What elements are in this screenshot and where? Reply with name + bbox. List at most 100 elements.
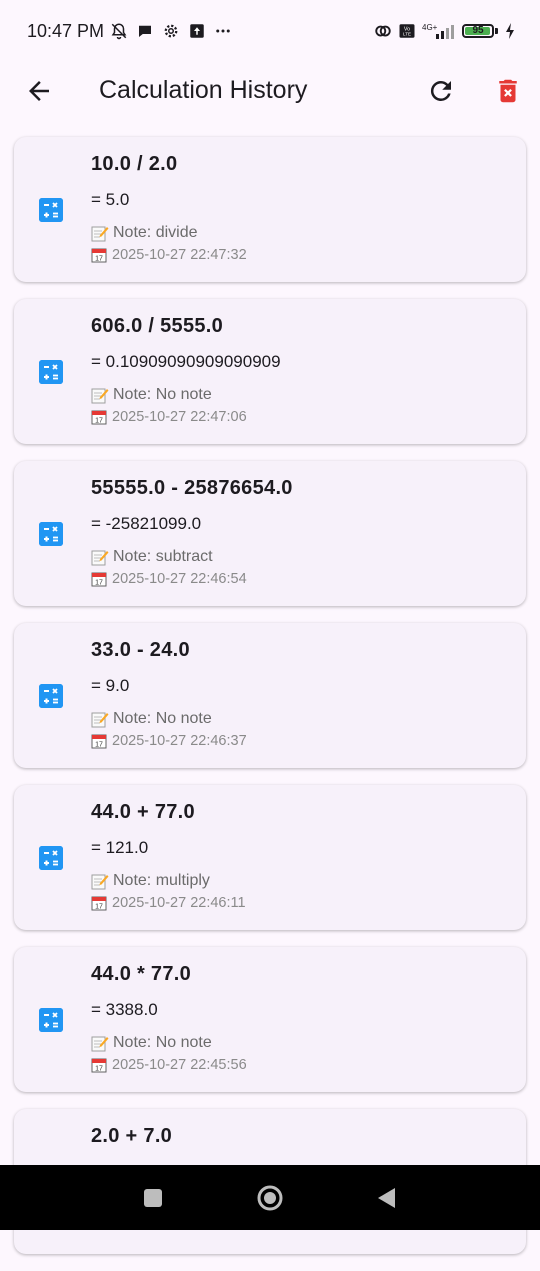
- back-button[interactable]: [24, 76, 54, 106]
- page-title: Calculation History: [99, 76, 308, 104]
- home-circle-icon: [257, 1185, 283, 1211]
- memo-icon: [91, 710, 109, 728]
- app-bar: Calculation History: [0, 64, 540, 118]
- calendar-icon: 17: [91, 1057, 107, 1073]
- calendar-icon: 17: [91, 409, 107, 425]
- history-note-text: Note: multiply: [113, 872, 210, 889]
- history-note-text: Note: divide: [113, 224, 198, 241]
- memo-icon: [91, 548, 109, 566]
- delete-sweep-icon: [499, 79, 517, 103]
- calendar-icon: 17: [91, 895, 107, 911]
- history-date: 17 2025-10-27 22:46:37: [91, 733, 247, 749]
- svg-text:17: 17: [95, 256, 103, 263]
- charging-bolt-icon: [504, 22, 516, 40]
- history-note: Note: multiply: [91, 872, 210, 890]
- history-date-text: 2025-10-27 22:45:56: [112, 1057, 247, 1073]
- history-date-text: 2025-10-27 22:46:37: [112, 733, 247, 749]
- home-button[interactable]: [256, 1184, 284, 1217]
- history-card[interactable]: 10.0 / 2.0 = 5.0 Note: divide 17 2025-10-27 …: [14, 137, 526, 282]
- more-dots-icon: [214, 22, 232, 40]
- svg-text:17: 17: [95, 1066, 103, 1073]
- settings-cog-icon: [162, 22, 180, 40]
- signal-4g-icon: 4G+: [422, 22, 456, 40]
- history-expression: 10.0 / 2.0: [91, 153, 178, 175]
- svg-text:17: 17: [95, 742, 103, 749]
- history-card[interactable]: 44.0 * 77.0 = 3388.0 Note: No note 17 2025-1…: [14, 947, 526, 1092]
- status-bar: 10:47 PM Vo LTE 4G+ 95: [0, 0, 540, 64]
- history-note-text: Note: No note: [113, 1034, 212, 1051]
- history-note-text: Note: subtract: [113, 548, 213, 565]
- history-result: = 3388.0: [91, 1000, 158, 1019]
- arrow-back-icon: [29, 81, 49, 101]
- history-result: = 9.0: [91, 676, 130, 695]
- network-label: 4G+: [422, 23, 438, 32]
- volte-icon: Vo LTE: [398, 22, 416, 40]
- refresh-button[interactable]: [426, 76, 456, 106]
- history-date: 17 2025-10-27 22:47:32: [91, 247, 247, 263]
- chat-bubble-icon: [136, 22, 154, 40]
- history-note: Note: No note: [91, 386, 212, 404]
- svg-text:LTE: LTE: [403, 32, 411, 37]
- svg-text:17: 17: [95, 418, 103, 425]
- calendar-icon: 17: [91, 247, 107, 263]
- history-card[interactable]: 606.0 / 5555.0 = 0.10909090909090909 Note:…: [14, 299, 526, 444]
- history-expression: 55555.0 - 25876654.0: [91, 477, 293, 499]
- calculator-icon: [39, 522, 63, 546]
- hotspot-icon: [374, 22, 392, 40]
- memo-icon: [91, 1034, 109, 1052]
- calculator-icon: [39, 360, 63, 384]
- history-date-text: 2025-10-27 22:46:11: [112, 895, 246, 911]
- calculator-icon: [39, 684, 63, 708]
- calendar-icon: 17: [91, 571, 107, 587]
- history-expression: 606.0 / 5555.0: [91, 315, 224, 337]
- svg-text:17: 17: [95, 904, 103, 911]
- history-date: 17 2025-10-27 22:47:06: [91, 409, 247, 425]
- memo-icon: [91, 872, 109, 890]
- calendar-icon: 17: [91, 733, 107, 749]
- history-expression: 2.0 + 7.0: [91, 1125, 173, 1147]
- history-date: 17 2025-10-27 22:46:11: [91, 895, 246, 911]
- history-expression: 33.0 - 24.0: [91, 639, 190, 661]
- history-note: Note: No note: [91, 1034, 212, 1052]
- history-list: 10.0 / 2.0 = 5.0 Note: divide 17 2025-10-27 …: [14, 137, 526, 1271]
- back-triangle-icon: [378, 1188, 395, 1208]
- silent-bell-icon: [110, 22, 128, 40]
- history-note: Note: subtract: [91, 548, 213, 566]
- history-result: = 5.0: [91, 190, 130, 209]
- history-note: Note: divide: [91, 224, 198, 242]
- svg-text:17: 17: [95, 580, 103, 587]
- history-date: 17 2025-10-27 22:46:54: [91, 571, 247, 587]
- history-card[interactable]: 33.0 - 24.0 = 9.0 Note: No note 17 2025-10-2…: [14, 623, 526, 768]
- memo-icon: [91, 386, 109, 404]
- system-nav-bar: [0, 1165, 540, 1230]
- history-date-text: 2025-10-27 22:47:06: [112, 409, 247, 425]
- history-date: 17 2025-10-27 22:45:56: [91, 1057, 247, 1073]
- history-card[interactable]: 44.0 + 77.0 = 121.0 Note: multiply 17 2025-1…: [14, 785, 526, 930]
- battery-icon: 95: [462, 24, 498, 38]
- battery-level: 95: [472, 25, 484, 36]
- calculator-icon: [39, 198, 63, 222]
- history-date-text: 2025-10-27 22:46:54: [112, 571, 247, 587]
- calculator-icon: [39, 1008, 63, 1032]
- history-result: = -25821099.0: [91, 514, 202, 533]
- calculator-icon: [39, 846, 63, 870]
- history-note-text: Note: No note: [113, 710, 212, 727]
- status-system-icons: Vo LTE 4G+ 95: [374, 22, 516, 40]
- history-result: = 0.10909090909090909: [91, 352, 281, 371]
- recents-square-icon: [144, 1189, 162, 1207]
- status-notification-icons: [110, 22, 232, 40]
- history-result: = 121.0: [91, 838, 149, 857]
- recents-button[interactable]: [142, 1187, 164, 1214]
- delete-all-button[interactable]: [493, 76, 523, 106]
- upload-icon: [188, 22, 206, 40]
- refresh-icon: [430, 80, 451, 101]
- history-card[interactable]: 55555.0 - 25876654.0 = -25821099.0 Note: s…: [14, 461, 526, 606]
- status-time: 10:47 PM: [27, 21, 105, 41]
- history-expression: 44.0 * 77.0: [91, 963, 192, 985]
- history-expression: 44.0 + 77.0: [91, 801, 195, 823]
- history-note: Note: No note: [91, 710, 212, 728]
- history-date-text: 2025-10-27 22:47:32: [112, 247, 247, 263]
- back-nav-button[interactable]: [375, 1186, 397, 1215]
- memo-icon: [91, 224, 109, 242]
- history-note-text: Note: No note: [113, 386, 212, 403]
